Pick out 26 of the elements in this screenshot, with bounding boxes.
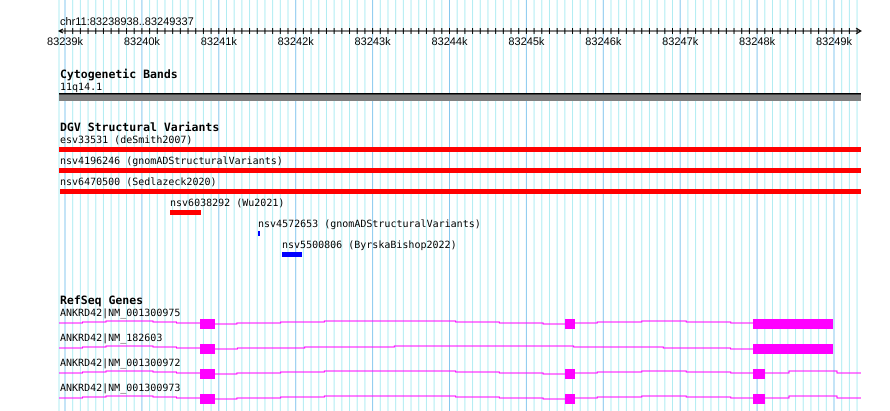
tick-label: 83246k (585, 36, 622, 48)
tick-label: 83245k (508, 36, 544, 48)
track-title: DGV Structural Variants (60, 120, 220, 134)
track-title: Cytogenetic Bands (60, 67, 178, 81)
variant-label: nsv5500806 (ByrskaBishop2022) (282, 240, 457, 251)
tick-label: 83241k (200, 36, 237, 48)
tick-label: 83243k (354, 36, 391, 48)
tick-label: 83247k (662, 36, 698, 48)
tick-label: 83240k (124, 36, 160, 48)
variant-label: nsv4572653 (gnomADStructuralVariants) (258, 219, 481, 230)
gene-label: ANKRD42|NM_001300973 (60, 383, 180, 394)
tick-label: 83242k (278, 36, 314, 48)
gene-label: ANKRD42|NM_001300975 (60, 308, 180, 319)
tick-label: 83249k (816, 36, 852, 48)
track-title: RefSeq Genes (60, 293, 144, 307)
tick-label: 83244k (431, 36, 468, 48)
tick-label: 83239k (46, 36, 84, 48)
locus-label: chr11:83238938..83249337 (60, 16, 194, 28)
variant-label: nsv6038292 (Wu2021) (170, 198, 284, 209)
gene-label: ANKRD42|NM_001300972 (60, 358, 180, 369)
tick-label: 83248k (739, 36, 776, 48)
variant-label: nsv4196246 (gnomADStructuralVariants) (60, 156, 283, 167)
variant-label: esv33531 (deSmith2007) (60, 135, 192, 146)
band-label: 11q14.1 (60, 82, 102, 93)
variant-label: nsv6470500 (Sedlazeck2020) (60, 177, 217, 188)
gene-label: ANKRD42|NM_182603 (60, 333, 162, 344)
